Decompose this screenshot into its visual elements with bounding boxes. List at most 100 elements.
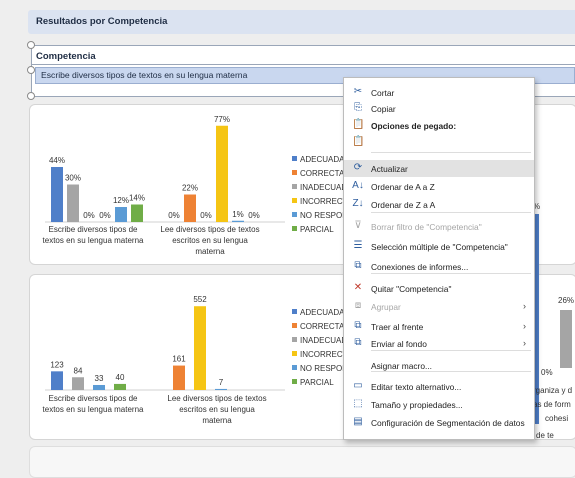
data-label: 161 <box>172 355 186 364</box>
legend-label: INCORRECT <box>300 197 348 206</box>
slicer-item-label: Escribe diversos tipos de textos en su l… <box>41 70 248 80</box>
legend-swatch <box>292 156 297 161</box>
menu-item-conexiones-de-informes[interactable]: ⧉ Conexiones de informes... <box>344 258 534 275</box>
data-label: 33 <box>95 374 104 383</box>
menu-item-ordenar-de-a-a-z[interactable]: A↓ Ordenar de A a Z <box>344 178 534 195</box>
menu-item-traer-al-frente[interactable]: ⧉ Traer al frente › <box>344 318 534 335</box>
menu-item-borrar-filtro-de-competencia: ⊽ Borrar filtro de "Competencia" <box>344 218 534 235</box>
menu-item-actualizar[interactable]: ⟳ Actualizar <box>344 160 534 177</box>
category-label: Escribe diversos tipos de <box>49 394 138 403</box>
data-label: 77% <box>214 115 230 124</box>
chart-bar <box>215 388 227 390</box>
legend-label: PARCIAL <box>300 225 334 234</box>
legend-label: NO RESPON <box>300 364 349 373</box>
menu-item-selección-múltiple-de-competencia[interactable]: ☰ Selección múltiple de "Competencia" <box>344 238 534 255</box>
chart-bar <box>216 125 228 222</box>
fragment-text-2: as de form <box>533 400 571 409</box>
resize-handle-top-left[interactable] <box>27 41 35 49</box>
menu-item-label: Actualizar <box>371 164 408 174</box>
submenu-chevron-icon: › <box>523 321 526 331</box>
data-label: 123 <box>50 360 64 369</box>
menu-item-label: Cortar <box>371 88 395 98</box>
data-label: 30% <box>65 174 81 183</box>
menu-item-label: Quitar "Competencia" <box>371 284 452 294</box>
paste-icon: 📋 <box>352 136 365 147</box>
menu-item-label: Enviar al fondo <box>371 339 427 349</box>
menu-item-label: Asignar macro... <box>371 361 432 371</box>
category-label: materna <box>202 416 232 425</box>
data-label: 0% <box>99 211 111 220</box>
fragment-bar-gray <box>560 310 572 368</box>
menu-item-label: Ordenar de Z a A <box>371 200 436 210</box>
legend-swatch <box>292 309 297 314</box>
category-label: textos en su lengua materna <box>43 236 145 245</box>
legend-swatch <box>292 379 297 384</box>
resize-handle-bottom-left[interactable] <box>27 92 35 100</box>
menu-item-label: Editar texto alternativo... <box>371 382 462 392</box>
data-label: 0% <box>83 211 95 220</box>
category-label: Lee diversos tipos de textos <box>167 394 266 403</box>
menu-item-opciones-de-pegado[interactable]: 📋 Opciones de pegado: <box>344 117 534 134</box>
chart-bar <box>232 220 244 222</box>
next-panel-edge <box>29 446 575 478</box>
copy-icon: ⎘ <box>354 102 362 113</box>
chart-bar <box>51 167 63 222</box>
fragment-label-26: 26% <box>558 296 575 305</box>
legend-item: CORRECTA <box>292 169 348 183</box>
legend-label: ADECUADA <box>300 155 345 164</box>
menu-item-paste[interactable]: 📋 <box>344 134 534 151</box>
chart-bar <box>51 371 63 390</box>
category-label: Escribe diversos tipos de <box>49 225 138 234</box>
legend-swatch <box>292 184 297 189</box>
data-label: 22% <box>182 184 198 193</box>
legend-swatch <box>292 351 297 356</box>
legend-swatch <box>292 365 297 370</box>
refresh-icon: ⟳ <box>353 162 363 173</box>
data-label: 14% <box>129 194 145 203</box>
cut-icon: ✂ <box>353 86 363 97</box>
category-label: materna <box>195 247 225 256</box>
bring-front-icon: ⧉ <box>354 320 362 331</box>
slicer-title: Competencia <box>36 51 96 62</box>
section-banner: Resultados por Competencia <box>28 10 575 34</box>
chart-bar <box>67 184 79 222</box>
chart-bar <box>72 377 84 390</box>
legend-item: INADECUAD <box>292 183 348 197</box>
resize-handle-middle-left[interactable] <box>27 66 35 74</box>
data-label: 1% <box>232 210 244 219</box>
menu-item-label: Ordenar de A a Z <box>371 182 435 192</box>
menu-item-tamaño-y-propiedades[interactable]: ⬚ Tamaño y propiedades... <box>344 396 534 413</box>
menu-item-ordenar-de-z-a-a[interactable]: Z↓ Ordenar de Z a A <box>344 196 534 213</box>
data-label: 0% <box>200 211 212 220</box>
data-label: 44% <box>49 156 65 165</box>
send-back-icon: ⧉ <box>354 337 362 348</box>
menu-item-enviar-al-fondo[interactable]: ⧉ Enviar al fondo › <box>344 335 534 352</box>
legend-swatch <box>292 212 297 217</box>
section-title: Resultados por Competencia <box>36 16 168 27</box>
legend-label: CORRECTA <box>300 322 345 331</box>
menu-item-configuración-de-segmentación-de-datos[interactable]: ▤ Configuración de Segmentación de datos <box>344 414 534 431</box>
category-label: Lee diversos tipos de textos <box>160 225 259 234</box>
context-menu[interactable]: ✂ Cortar ⎘ Copiar 📋 Opciones de pegado: 📋 ⟳ Actu… <box>343 77 535 440</box>
group-icon: ⧈ <box>354 300 362 311</box>
data-label: 0% <box>248 211 260 220</box>
menu-item-editar-texto-alternativo[interactable]: ▭ Editar texto alternativo... <box>344 378 534 395</box>
menu-item-cortar[interactable]: ✂ Cortar <box>344 84 534 101</box>
menu-item-agrupar: ⧈ Agrupar › <box>344 298 534 315</box>
menu-item-label: Agrupar <box>371 302 401 312</box>
menu-item-asignar-macro[interactable]: Asignar macro... <box>344 357 534 374</box>
menu-item-copiar[interactable]: ⎘ Copiar <box>344 100 534 117</box>
menu-item-quitar-competencia[interactable]: ✕ Quitar "Competencia" <box>344 280 534 297</box>
menu-item-label: Borrar filtro de "Competencia" <box>371 222 482 232</box>
legend-item: PARCIAL <box>292 225 348 239</box>
legend-swatch <box>292 198 297 203</box>
sort-desc-icon: Z↓ <box>352 198 364 209</box>
legend-swatch <box>292 170 297 175</box>
data-label: 40 <box>116 373 125 382</box>
legend-swatch <box>292 226 297 231</box>
menu-item-label: Opciones de pegado: <box>371 121 457 131</box>
clear-filter-icon: ⊽ <box>354 220 362 231</box>
data-label: 0% <box>168 211 180 220</box>
legend-item: NO RESPON <box>292 211 348 225</box>
fragment-label-zero: 0% <box>541 368 553 377</box>
